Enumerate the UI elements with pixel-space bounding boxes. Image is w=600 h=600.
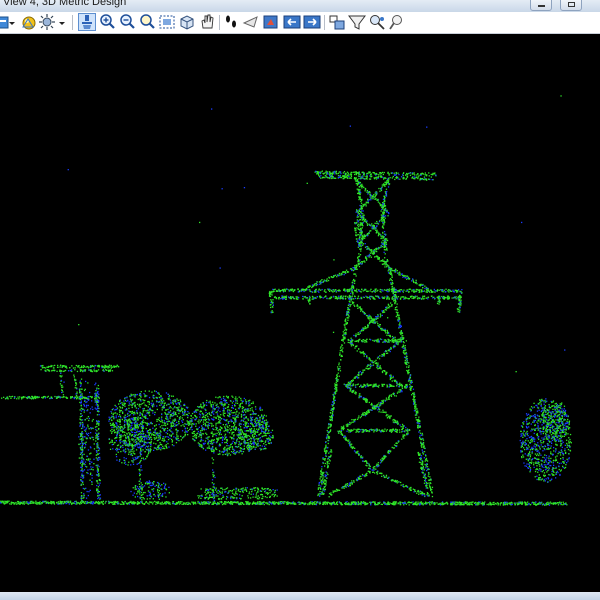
maximize-icon (568, 2, 575, 7)
rotate-view-icon[interactable] (178, 13, 196, 31)
lighting-icon[interactable] (38, 13, 56, 31)
point-cloud-canvas[interactable] (0, 34, 600, 592)
minimize-icon (538, 5, 545, 7)
noise-points (63, 95, 566, 446)
clip-mask-icon[interactable] (328, 13, 346, 31)
tree-points (108, 390, 572, 503)
view-toolbar (0, 12, 600, 34)
fit-view-icon[interactable] (158, 13, 176, 31)
view-next-icon[interactable] (262, 13, 280, 31)
view-display-icon[interactable] (348, 13, 366, 31)
minimize-button[interactable] (530, 0, 552, 11)
maximize-button[interactable] (560, 0, 582, 11)
view-search-icon[interactable] (388, 13, 406, 31)
transmission-tower-points (268, 170, 463, 498)
point-cloud-viewport[interactable] (0, 34, 600, 592)
camera-icon[interactable] (283, 13, 301, 31)
building-points (1, 364, 120, 502)
walk-icon[interactable] (222, 13, 240, 31)
ground-points (0, 500, 568, 506)
toolbar-separator (219, 15, 220, 30)
dropdown-arrow-icon[interactable] (8, 13, 16, 31)
view-previous-icon[interactable] (242, 13, 260, 31)
render-icon[interactable] (368, 13, 386, 31)
window-titlebar[interactable]: View 4, 3D Metric Design (0, 0, 600, 12)
zoom-in-icon[interactable] (98, 13, 116, 31)
window-bottom-frame (0, 592, 600, 600)
zoom-out-icon[interactable] (118, 13, 136, 31)
pan-view-icon[interactable] (198, 13, 216, 31)
update-view-icon[interactable] (78, 13, 96, 31)
toolbar-separator (324, 15, 325, 30)
dropdown-arrow-icon[interactable] (58, 13, 66, 31)
window-title: View 4, 3D Metric Design (3, 0, 127, 8)
window-area-icon[interactable] (138, 13, 156, 31)
toolbar-separator (72, 15, 73, 30)
display-style-icon[interactable] (20, 13, 38, 31)
clip-volume-icon[interactable] (303, 13, 321, 31)
